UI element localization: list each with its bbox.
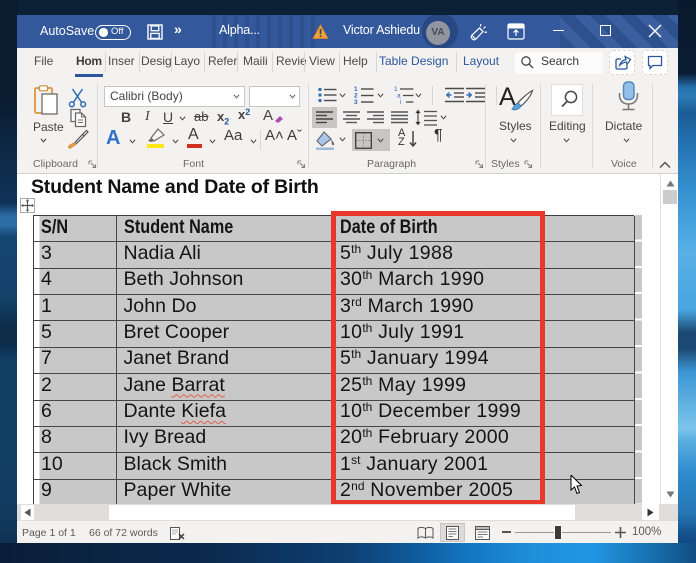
svg-text:3: 3 <box>354 99 358 104</box>
svg-text:i: i <box>400 99 401 104</box>
